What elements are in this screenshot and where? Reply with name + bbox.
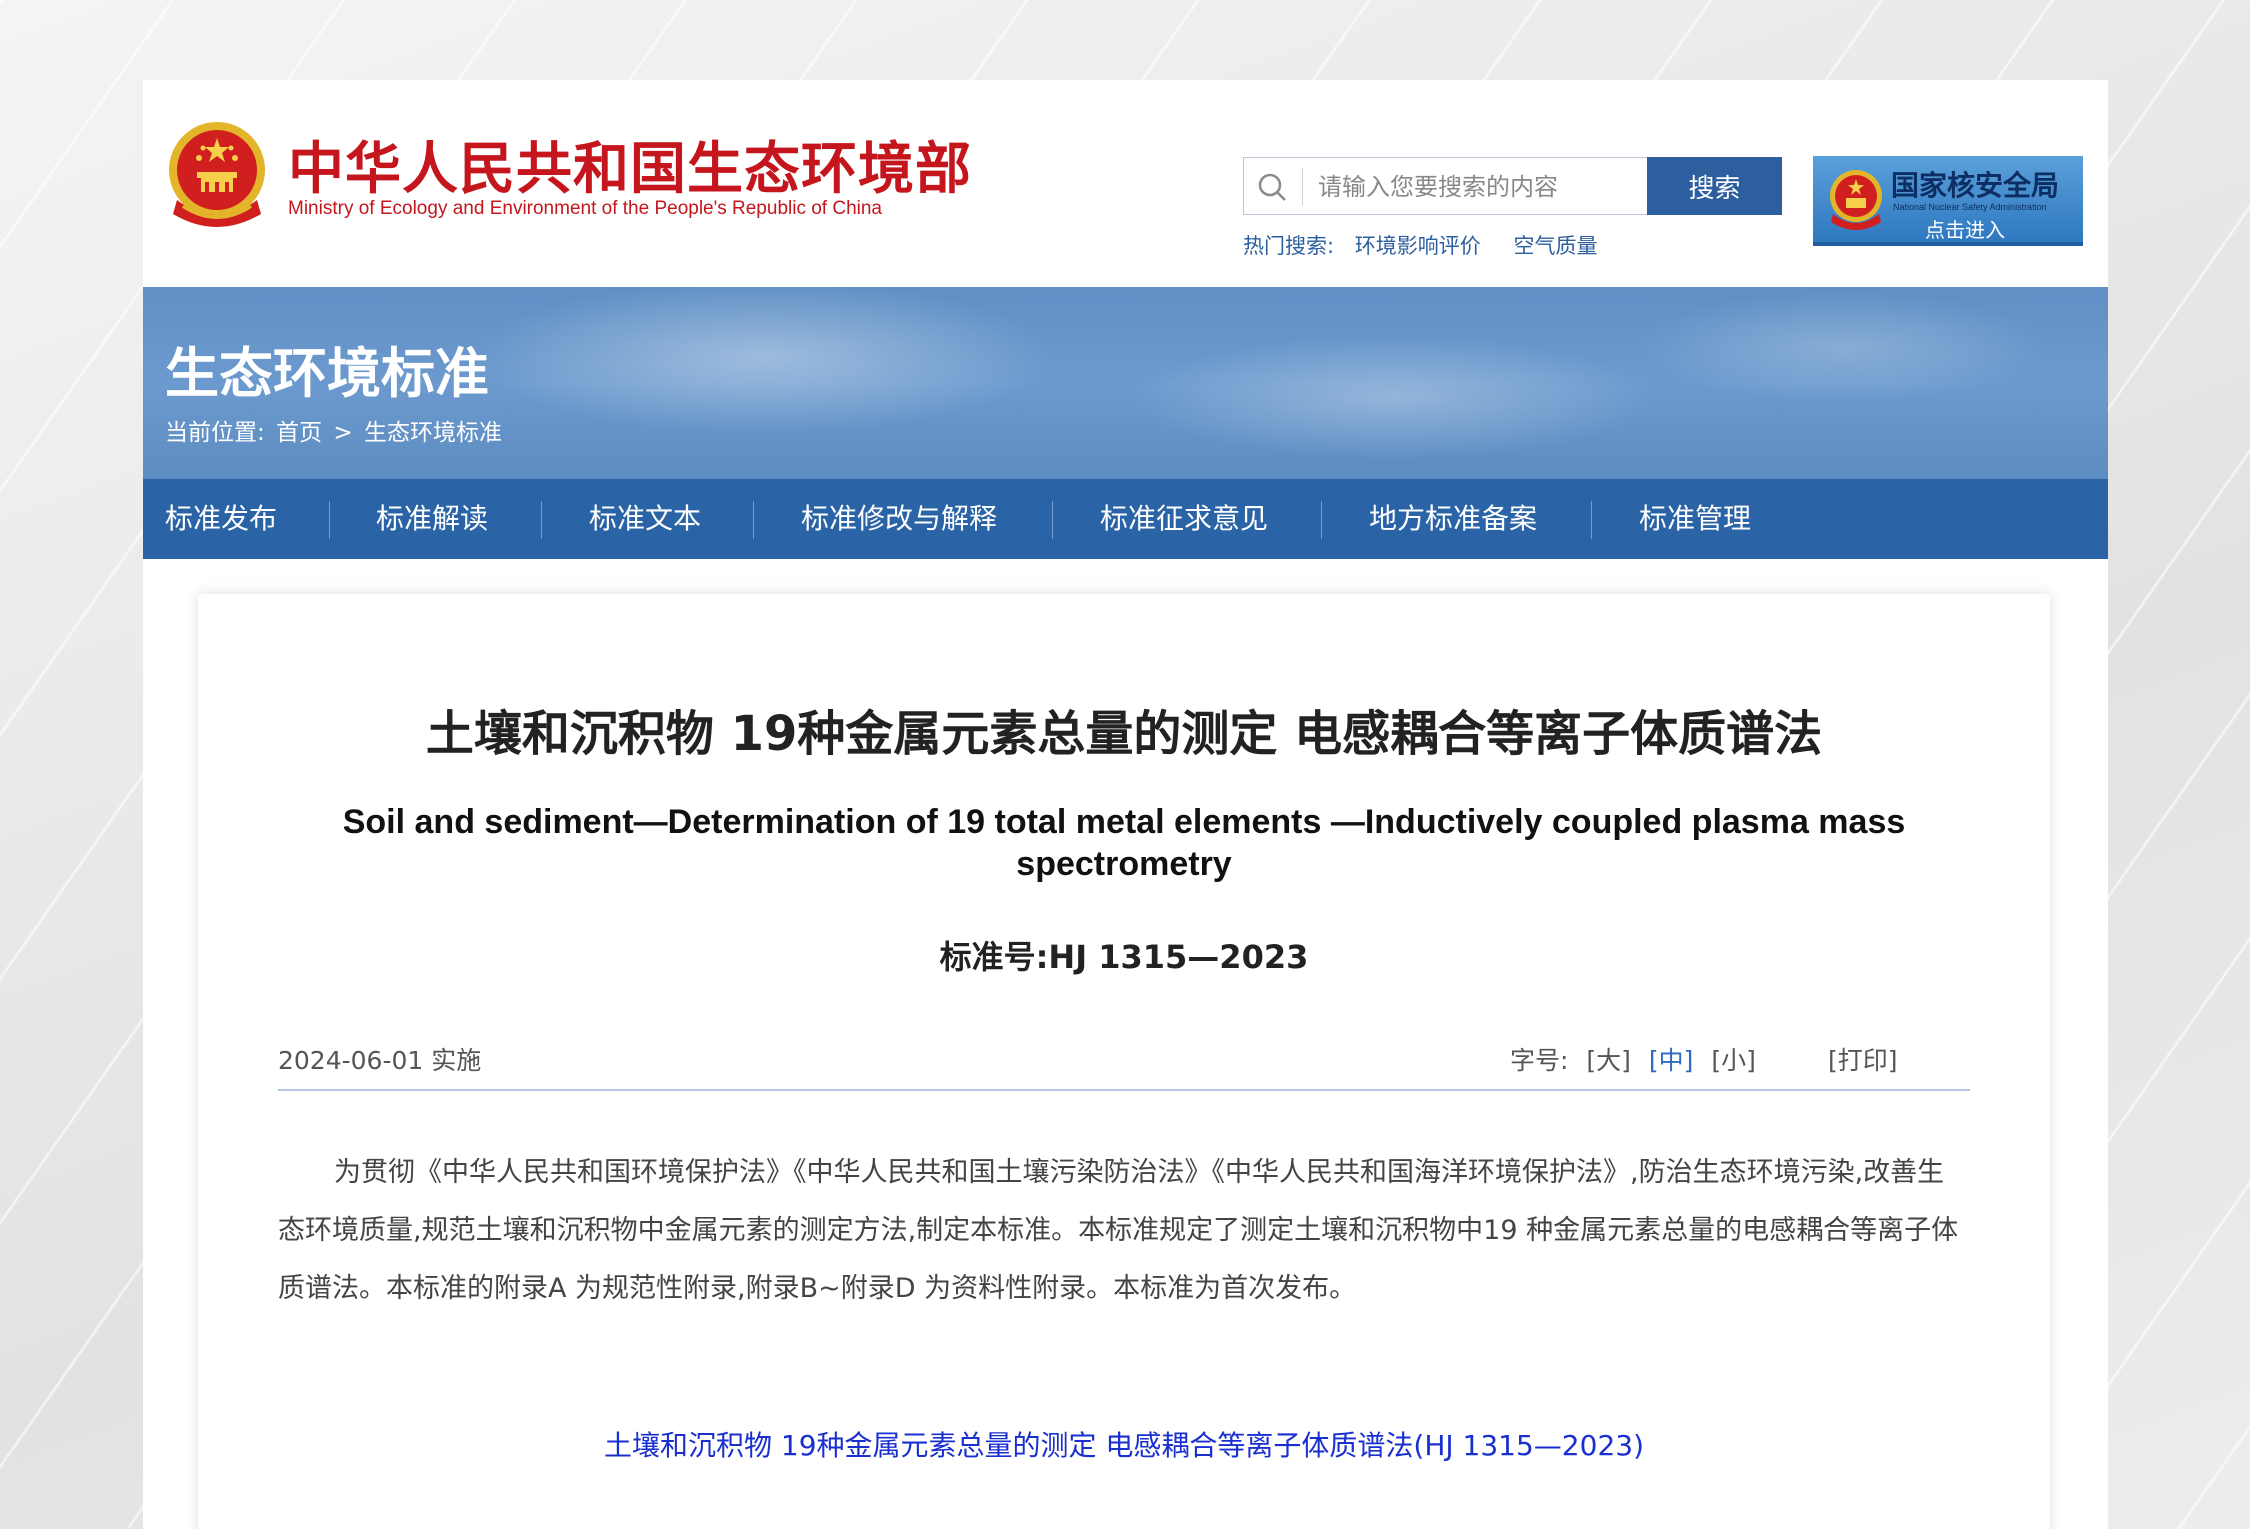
- hot-search: 热门搜索: 环境影响评价 空气质量: [1243, 230, 1623, 260]
- meta-divider: [278, 1089, 1970, 1091]
- search-icon: [1258, 173, 1286, 201]
- article-title-en: Soil and sediment—Determination of 19 to…: [342, 803, 1906, 883]
- nnsa-subtitle-en: National Nuclear Safety Administration: [1893, 202, 2047, 212]
- breadcrumb-home-link[interactable]: 首页: [276, 420, 322, 446]
- nav-item-standard-amendment[interactable]: 标准修改与解释: [801, 479, 997, 559]
- search-input[interactable]: [1316, 166, 1660, 208]
- page: 中华人民共和国生态环境部 Ministry of Ecology and Env…: [143, 80, 2108, 1529]
- section-banner: 生态环境标准 当前位置: 首页 > 生态环境标准: [143, 287, 2108, 479]
- ministry-name-en[interactable]: Ministry of Ecology and Environment of t…: [288, 198, 882, 220]
- breadcrumb-current-link[interactable]: 生态环境标准: [364, 420, 502, 446]
- implementation-date: 2024-06-01 实施: [278, 1046, 482, 1075]
- font-size-small-option[interactable]: [小]: [1711, 1046, 1756, 1075]
- standard-number: 标准号:HJ 1315—2023: [939, 938, 1309, 976]
- nav-separator: [753, 501, 754, 539]
- nnsa-emblem-icon: [1830, 170, 1882, 230]
- article-card: 土壤和沉积物 19种金属元素总量的测定 电感耦合等离子体质谱法 Soil and…: [198, 594, 2050, 1529]
- hot-search-link-air-quality[interactable]: 空气质量: [1513, 234, 1597, 258]
- standard-download-link[interactable]: 土壤和沉积物 19种金属元素总量的测定 电感耦合等离子体质谱法(HJ 1315—…: [198, 1424, 2050, 1464]
- article-body: 为贯彻《中华人民共和国环境保护法》《中华人民共和国土壤污染防治法》《中华人民共和…: [278, 1157, 1959, 1304]
- nnsa-title: 国家核安全局: [1891, 169, 2060, 202]
- nav-item-standard-management[interactable]: 标准管理: [1639, 479, 1751, 559]
- hot-search-label: 热门搜索:: [1243, 234, 1335, 258]
- site-header: 中华人民共和国生态环境部 Ministry of Ecology and Env…: [143, 80, 2108, 287]
- font-size-label: 字号:: [1510, 1046, 1569, 1075]
- main-nav: 标准发布 标准解读 标准文本 标准修改与解释 标准征求意见 地方标准备案 标准管…: [143, 479, 2108, 559]
- nnsa-enter-label: 点击进入: [1925, 218, 2005, 242]
- nnsa-banner-link[interactable]: 国家核安全局 National Nuclear Safety Administr…: [1813, 156, 2083, 246]
- search-box: [1243, 157, 1683, 215]
- nav-separator: [1591, 501, 1592, 539]
- print-link[interactable]: [打印]: [1828, 1041, 1898, 1077]
- nav-item-local-standard-filing[interactable]: 地方标准备案: [1369, 479, 1537, 559]
- search-divider: [1302, 168, 1303, 206]
- search-button[interactable]: 搜索: [1647, 157, 1782, 215]
- section-title: 生态环境标准: [165, 342, 489, 405]
- hot-search-link-eia[interactable]: 环境影响评价: [1355, 234, 1481, 258]
- breadcrumb-prefix: 当前位置:: [165, 420, 265, 446]
- article-title-cn: 土壤和沉积物 19种金属元素总量的测定 电感耦合等离子体质谱法: [425, 706, 1823, 762]
- nav-separator: [1321, 501, 1322, 539]
- nav-item-standard-text[interactable]: 标准文本: [589, 479, 701, 559]
- nav-item-standard-interpretation[interactable]: 标准解读: [376, 479, 488, 559]
- nav-separator: [541, 501, 542, 539]
- breadcrumb-separator: >: [333, 420, 353, 446]
- font-size-control: 字号: [大] [中] [小]: [1510, 1041, 1756, 1077]
- nav-separator: [1052, 501, 1053, 539]
- font-size-large-option[interactable]: [大]: [1586, 1046, 1631, 1075]
- ministry-name-cn[interactable]: 中华人民共和国生态环境部: [288, 124, 972, 205]
- nav-item-standard-consultation[interactable]: 标准征求意见: [1100, 479, 1268, 559]
- national-emblem-logo[interactable]: [163, 118, 271, 236]
- breadcrumb: 当前位置: 首页 > 生态环境标准: [165, 413, 506, 447]
- font-size-medium-option[interactable]: [中]: [1649, 1046, 1694, 1075]
- nav-item-standard-release[interactable]: 标准发布: [165, 479, 277, 559]
- nav-separator: [329, 501, 330, 539]
